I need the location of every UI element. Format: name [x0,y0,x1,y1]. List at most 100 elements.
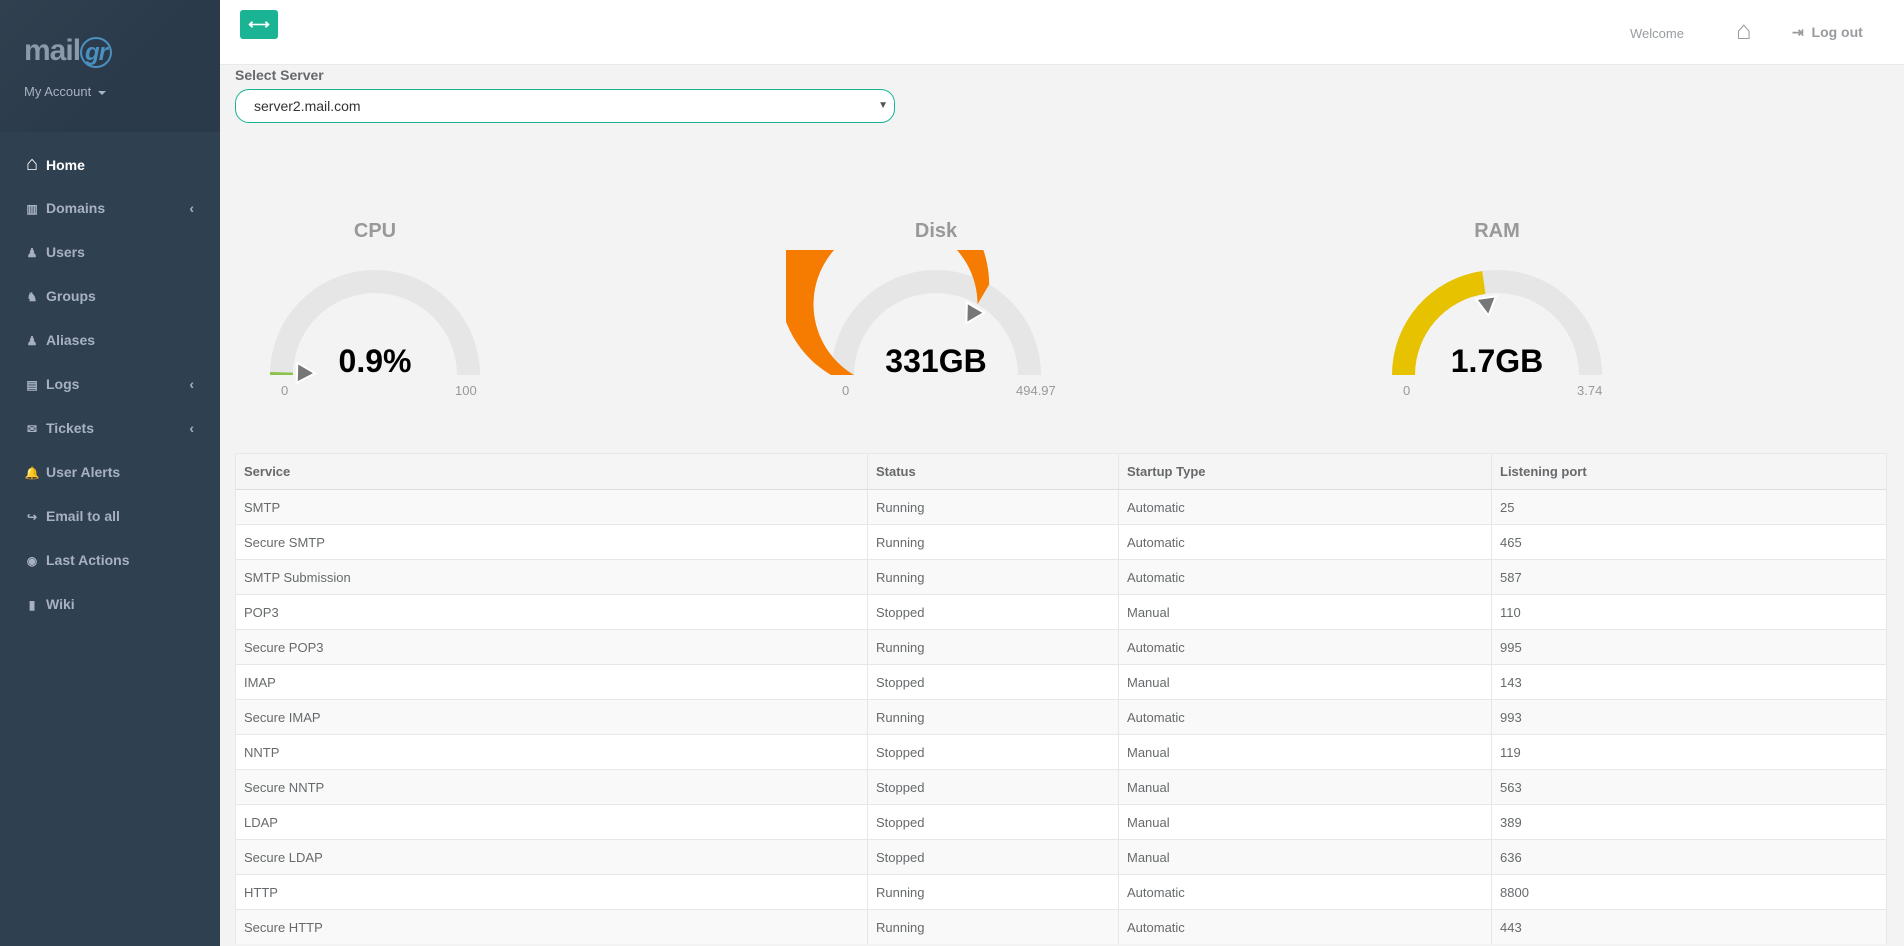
chevron-down-icon: ▼ [878,100,888,111]
table-row: SMTP Submission Running Automatic 587 [235,559,1887,595]
sidebar-toggle-button[interactable]: ⟷ [240,10,278,39]
startup-type-cell: Automatic [1118,489,1492,525]
sidebar-item-aliases[interactable]: ♟ Aliases [0,318,220,362]
logo[interactable]: mail gr [24,34,113,68]
my-account-dropdown[interactable]: My Account [24,84,106,99]
logout-label: Log out [1811,24,1863,40]
sidebar: mail gr My Account ⌂ Home ▥ Domains ‹ ♟ Users ♞ G… [0,0,220,946]
gauge-value: 1.7GB [1450,343,1544,379]
sign-out-icon: ⇥ [1792,24,1804,40]
sidebar-item-label: Logs [46,376,80,392]
home-icon: ⌂ [25,153,39,175]
server-select[interactable]: server2.mail.com ▼ [235,89,895,123]
service-cell: Secure LDAP [235,839,868,875]
sidebar-header: mail gr My Account [0,0,220,132]
startup-type-cell: Automatic [1118,629,1492,665]
book-icon: ▮ [28,598,36,612]
service-cell: NNTP [235,734,868,770]
startup-type-cell: Manual [1118,664,1492,700]
sidebar-item-label: Tickets [46,420,94,436]
cpu-gauge: CPU 0.9% 0 100 [225,220,525,410]
startup-type-cell: Automatic [1118,874,1492,910]
gauge-max-label: 100 [455,383,477,398]
file-icon: ▤ [26,378,38,392]
startup-type-cell: Manual [1118,734,1492,770]
welcome-text: Welcome [1630,26,1684,41]
sidebar-item-wiki[interactable]: ▮ Wiki [0,582,220,626]
startup-type-cell: Automatic [1118,524,1492,560]
status-cell: Running [867,559,1119,595]
gauge-value: 0.9% [338,343,412,379]
sidebar-item-tickets[interactable]: ✉ Tickets ‹ [0,406,220,450]
port-cell: 119 [1491,734,1887,770]
column-header-status: Status [867,453,1119,490]
sidebar-item-label: Last Actions [46,552,130,568]
sidebar-item-label: Email to all [46,508,120,524]
startup-type-cell: Automatic [1118,909,1492,944]
port-cell: 465 [1491,524,1887,560]
sidebar-item-email-to-all[interactable]: ↪ Email to all [0,494,220,538]
column-header-listening-port: Listening port [1491,453,1887,490]
service-cell: LDAP [235,804,868,840]
server-select-value: server2.mail.com [254,98,361,114]
service-cell: HTTP [235,874,868,910]
status-cell: Stopped [867,769,1119,805]
table-row: Secure IMAP Running Automatic 993 [235,699,1887,735]
status-cell: Running [867,874,1119,910]
sidebar-item-groups[interactable]: ♞ Groups [0,274,220,318]
table-row: Secure POP3 Running Automatic 995 [235,629,1887,665]
column-header-service: Service [235,453,868,490]
startup-type-cell: Automatic [1118,699,1492,735]
status-cell: Running [867,699,1119,735]
table-row: IMAP Stopped Manual 143 [235,664,1887,700]
port-cell: 389 [1491,804,1887,840]
share-icon: ↪ [26,510,38,524]
table-row: Secure LDAP Stopped Manual 636 [235,839,1887,875]
sidebar-item-last-actions[interactable]: ◉ Last Actions [0,538,220,582]
port-cell: 110 [1491,594,1887,630]
disk-gauge: Disk 331GB 0 494.97 [786,220,1086,410]
service-cell: SMTP Submission [235,559,868,595]
sidebar-item-users[interactable]: ♟ Users [0,230,220,274]
gauge-title: RAM [1474,220,1520,242]
service-cell: IMAP [235,664,868,700]
table-header-row: Service Status Startup Type Listening po… [235,453,1887,490]
port-cell: 587 [1491,559,1887,595]
sidebar-item-label: Aliases [46,332,96,348]
status-cell: Stopped [867,804,1119,840]
status-cell: Stopped [867,594,1119,630]
logout-link[interactable]: ⇥ Log out [1792,24,1863,41]
ram-gauge: RAM 1.7GB 0 3.74 [1347,220,1647,410]
table-row: POP3 Stopped Manual 110 [235,594,1887,630]
table-row: NNTP Stopped Manual 119 [235,734,1887,770]
sidebar-item-logs[interactable]: ▤ Logs ‹ [0,362,220,406]
users-icon: ♞ [26,290,38,304]
gauge-value: 331GB [885,343,987,379]
service-cell: Secure HTTP [235,909,868,944]
column-header-startup-type: Startup Type [1118,453,1492,490]
port-cell: 563 [1491,769,1887,805]
gauge-max-label: 3.74 [1577,383,1603,398]
status-cell: Stopped [867,839,1119,875]
service-cell: SMTP [235,489,868,525]
bar-chart-icon: ▥ [26,202,38,216]
gauge-min-label: 0 [842,383,850,398]
table-row: LDAP Stopped Manual 389 [235,804,1887,840]
sidebar-item-home[interactable]: ⌂ Home [0,142,220,186]
sidebar-item-domains[interactable]: ▥ Domains ‹ [0,186,220,230]
port-cell: 8800 [1491,874,1887,910]
table-row: Secure SMTP Running Automatic 465 [235,524,1887,560]
user-icon: ♟ [26,246,38,260]
gauge-pointer [1474,295,1498,318]
service-cell: Secure SMTP [235,524,868,560]
table-row: Secure NNTP Stopped Manual 563 [235,769,1887,805]
status-cell: Running [867,524,1119,560]
sidebar-item-label: Users [46,244,85,260]
caret-down-icon [97,90,106,95]
sidebar-item-label: Home [46,157,85,173]
service-cell: Secure NNTP [235,769,868,805]
bell-icon: 🔔 [24,466,40,480]
status-cell: Running [867,629,1119,665]
sidebar-item-user-alerts[interactable]: 🔔 User Alerts [0,450,220,494]
home-icon[interactable]: ⌂ [1736,15,1752,46]
